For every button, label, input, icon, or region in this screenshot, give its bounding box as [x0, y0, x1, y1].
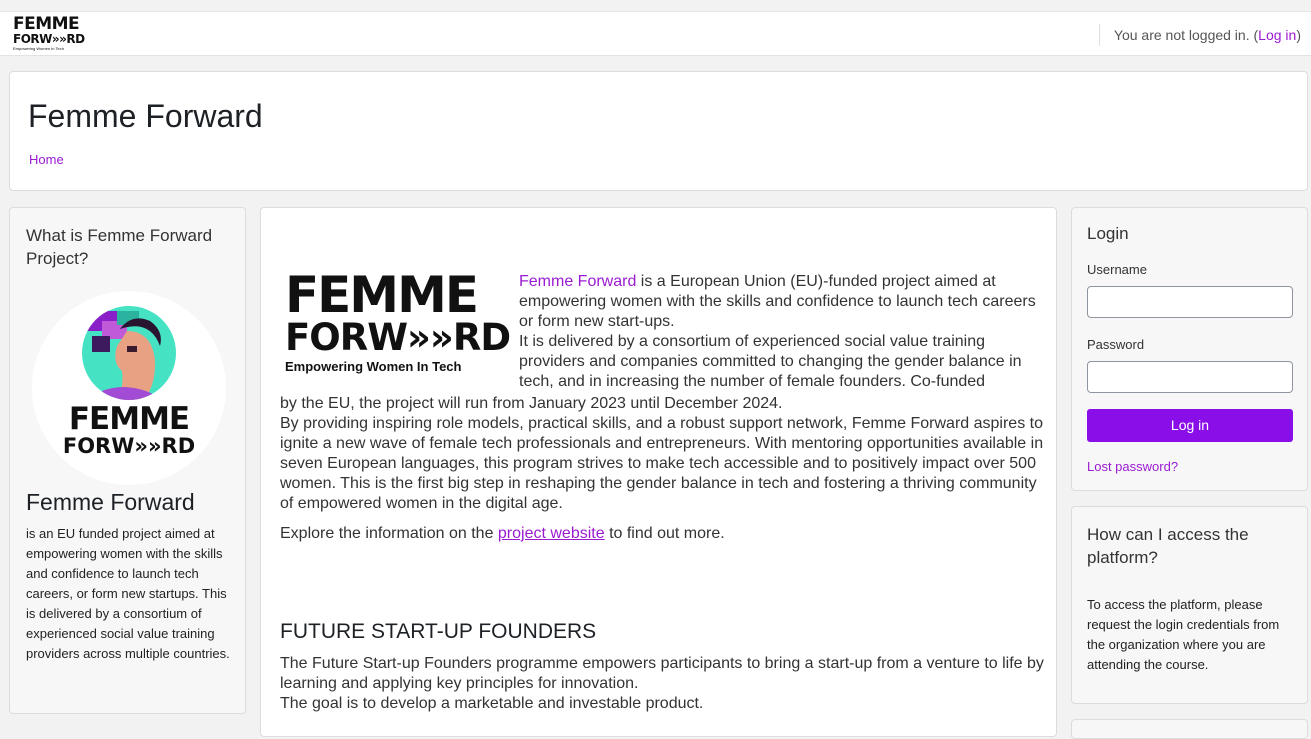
- username-label: Username: [1087, 262, 1147, 277]
- explore-post: to find out more.: [604, 525, 725, 542]
- funding-text: by the EU, the project will run from Jan…: [280, 395, 783, 412]
- password-label: Password: [1087, 337, 1145, 352]
- login-block-title: Login: [1087, 224, 1129, 243]
- intro-paragraph: Femme Forward is a European Union (EU)-f…: [519, 272, 1039, 392]
- woman-portrait-icon: FEMME FORW»»RD: [63, 306, 195, 458]
- main-content: FEMME FORW»»RD Empowering Women In Tech …: [260, 207, 1057, 737]
- about-block-heading: Femme Forward: [26, 489, 195, 515]
- page-title: Femme Forward: [28, 98, 263, 134]
- access-info-text: To access the platform, please request t…: [1087, 597, 1280, 672]
- top-navbar: FEMME FORW»»RD Empowering Women In Tech …: [0, 11, 1311, 56]
- lost-password-link[interactable]: Lost password?: [1087, 459, 1178, 474]
- logo-line2: FORW»»RD: [13, 32, 85, 46]
- login-block: Login Username Password Log in Lost pass…: [1071, 207, 1308, 491]
- access-info-title: How can I access the platform?: [1087, 525, 1249, 567]
- section-title: FUTURE START-UP FOUNDERS: [280, 620, 597, 643]
- main-logo-line1: FEMME: [285, 266, 479, 324]
- explore-pre: Explore the information on the: [280, 525, 498, 542]
- circle-logo-line2: FORW»»RD: [63, 434, 195, 458]
- mission-text: By providing inspiring role models, prac…: [280, 415, 1044, 512]
- project-website-link[interactable]: project website: [498, 525, 605, 542]
- about-block-title: What is Femme Forward Project?: [26, 226, 213, 268]
- main-logo: FEMME FORW»»RD Empowering Women In Tech: [285, 266, 511, 378]
- login-status: You are not logged in. (Log in): [1098, 24, 1301, 46]
- explore-text: Explore the information on the project w…: [280, 524, 1050, 544]
- access-info-block: How can I access the platform? To access…: [1071, 506, 1308, 704]
- login-button[interactable]: Log in: [1087, 409, 1293, 442]
- next-block: [1071, 719, 1308, 739]
- about-block-text: is an EU funded project aimed at empower…: [26, 526, 230, 661]
- section-paragraph: The Future Start-up Founders programme e…: [280, 655, 1044, 692]
- about-block: What is Femme Forward Project? FEMME FOR…: [9, 207, 246, 714]
- logo-tagline: Empowering Women In Tech: [13, 46, 64, 51]
- login-link[interactable]: Log in: [1258, 27, 1296, 43]
- section-goal: The goal is to develop a marketable and …: [280, 695, 704, 712]
- consortium-text: It is delivered by a consortium of exper…: [519, 333, 1022, 390]
- main-logo-line2: FORW»»RD: [285, 316, 511, 359]
- password-input[interactable]: [1087, 361, 1293, 393]
- main-logo-tagline: Empowering Women In Tech: [285, 359, 462, 374]
- project-logo-image: FEMME FORW»»RD: [32, 291, 226, 485]
- circle-logo-line1: FEMME: [69, 401, 189, 437]
- page-header: Femme Forward Home: [9, 71, 1308, 191]
- site-logo[interactable]: FEMME FORW»»RD Empowering Women In Tech: [13, 16, 93, 52]
- username-input[interactable]: [1087, 286, 1293, 318]
- login-status-text: You are not logged in.: [1113, 27, 1250, 43]
- breadcrumb-home[interactable]: Home: [29, 152, 64, 167]
- intro-highlight: Femme Forward: [519, 273, 637, 290]
- logo-line1: FEMME: [13, 14, 80, 34]
